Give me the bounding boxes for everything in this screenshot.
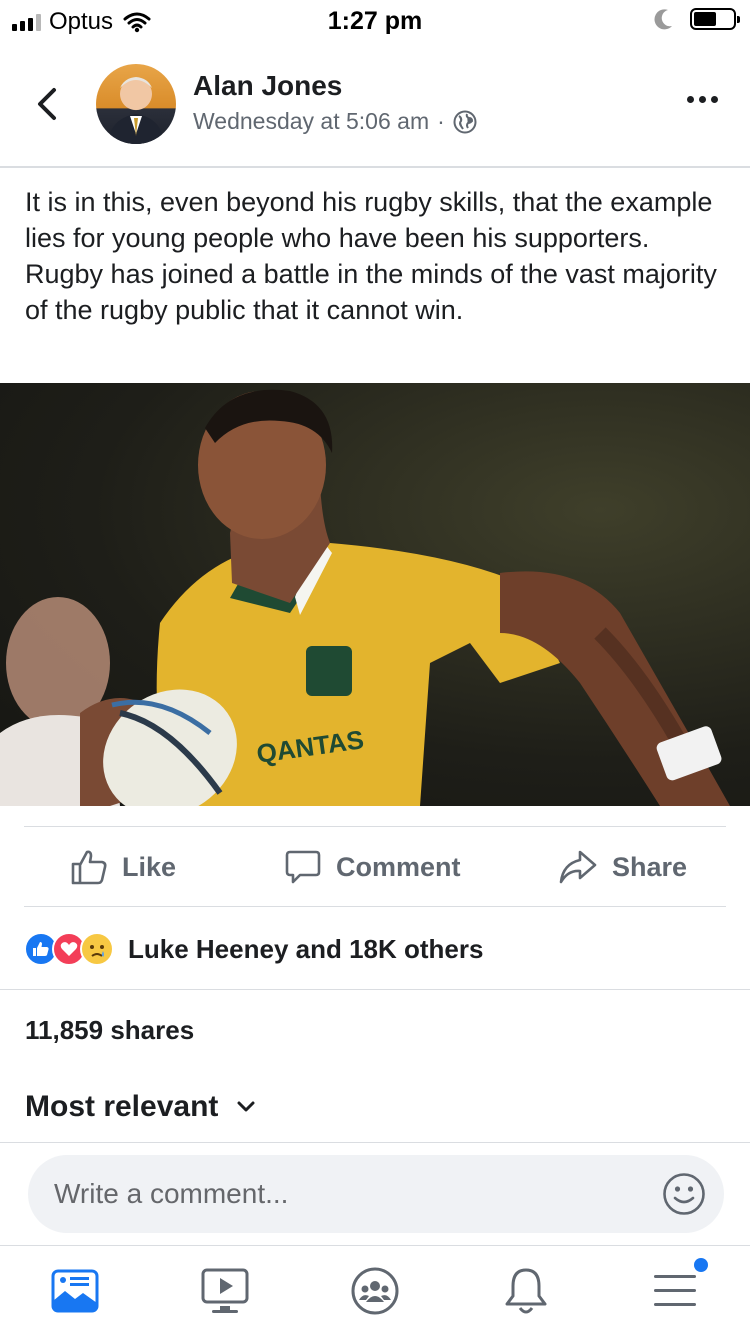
like-button[interactable]: Like xyxy=(70,827,176,907)
menu-icon xyxy=(654,1275,696,1306)
divider xyxy=(0,989,750,990)
news-feed-icon xyxy=(51,1269,99,1313)
status-time: 1:27 pm xyxy=(327,7,423,35)
tab-notifications[interactable] xyxy=(499,1264,553,1318)
comment-input[interactable] xyxy=(54,1155,614,1233)
share-arrow-icon xyxy=(559,850,597,884)
tab-groups[interactable] xyxy=(348,1264,402,1318)
divider xyxy=(0,1142,750,1143)
emoji-icon[interactable] xyxy=(662,1172,706,1216)
reactions-text[interactable]: Luke Heeney and 18K others xyxy=(128,934,483,965)
groups-icon xyxy=(351,1267,399,1315)
comment-composer xyxy=(28,1155,724,1233)
author-name[interactable]: Alan Jones xyxy=(193,70,342,102)
post-meta: Wednesday at 5:06 am · xyxy=(193,108,477,135)
watch-icon xyxy=(201,1268,249,1313)
post-photo[interactable]: QANTAS xyxy=(0,383,750,806)
sort-label: Most relevant xyxy=(25,1090,219,1123)
bottom-tab-bar xyxy=(0,1245,750,1334)
comment-button[interactable]: Comment xyxy=(284,827,461,907)
share-label: Share xyxy=(612,851,688,882)
reactions-summary[interactable]: Luke Heeney and 18K others xyxy=(24,926,483,972)
post-text: It is in this, even beyond his rugby ski… xyxy=(25,187,717,325)
notifications-icon xyxy=(505,1268,547,1314)
battery-icon xyxy=(690,8,740,30)
thumbs-up-icon xyxy=(71,850,107,885)
shares-count[interactable]: 11,859 shares xyxy=(25,1015,194,1046)
status-bar: Optus 1:27 pm xyxy=(0,0,750,40)
back-icon[interactable] xyxy=(28,84,68,124)
globe-icon xyxy=(453,110,477,133)
post-timestamp[interactable]: Wednesday at 5:06 am xyxy=(193,108,429,135)
tab-news-feed[interactable] xyxy=(48,1264,102,1318)
sad-reaction-icon xyxy=(80,932,114,966)
chevron-down-icon xyxy=(237,1101,255,1112)
share-button[interactable]: Share xyxy=(558,827,687,907)
meta-separator: · xyxy=(437,108,445,134)
post-header: Alan Jones Wednesday at 5:06 am · xyxy=(0,40,750,168)
tab-watch[interactable] xyxy=(198,1264,252,1318)
tab-menu[interactable] xyxy=(648,1258,708,1318)
more-options-icon[interactable] xyxy=(687,96,718,103)
comment-icon xyxy=(285,850,321,884)
post-action-bar: Like Comment Share xyxy=(24,826,726,907)
comment-label: Comment xyxy=(336,851,461,882)
moon-icon xyxy=(654,9,672,30)
like-label: Like xyxy=(122,851,177,882)
comment-sort-dropdown[interactable]: Most relevant xyxy=(25,1090,256,1124)
author-avatar[interactable] xyxy=(96,64,176,144)
menu-notification-dot xyxy=(694,1258,708,1272)
